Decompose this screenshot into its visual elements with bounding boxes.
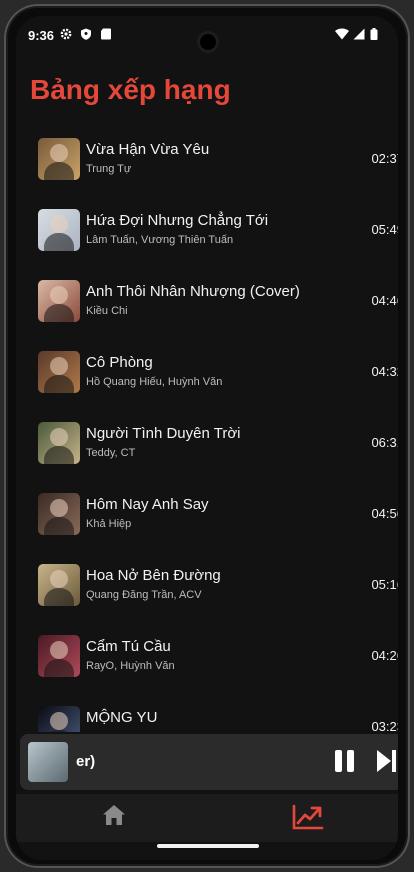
song-title: Hứa Đợi Nhưng Chẳng Tới xyxy=(86,212,269,229)
song-artist: RayO, Huỳnh Văn xyxy=(86,660,175,672)
song-row[interactable]: Anh Thôi Nhân Nhượng (Cover) Kiều Chi 04:4… xyxy=(16,277,398,335)
skip-next-icon[interactable] xyxy=(376,749,398,773)
app-screen: 9:36 Bảng xếp hạng Vừa Hận Vừa Yêu Trung… xyxy=(16,16,398,860)
pause-icon[interactable] xyxy=(334,749,356,773)
wifi-icon xyxy=(335,28,349,40)
song-list[interactable]: Vừa Hận Vừa Yêu Trung Tự 02:37 Hứa Đợi Nhưn… xyxy=(16,120,398,732)
song-artist: Quang Đăng Trần, ACV xyxy=(86,589,202,601)
settings-icon xyxy=(60,28,72,40)
song-artist: Lâm Tuấn, Vương Thiên Tuấn xyxy=(86,234,234,246)
song-title: Vừa Hận Vừa Yêu xyxy=(86,141,210,158)
home-icon[interactable] xyxy=(102,804,126,826)
album-art xyxy=(38,138,80,180)
song-row[interactable]: Hôm Nay Anh Say Khả Hiệp 04:56 xyxy=(16,490,398,548)
song-artist: Teddy, CT xyxy=(86,447,136,459)
song-row[interactable]: Cô Phòng Hồ Quang Hiếu, Huỳnh Văn 04:32 xyxy=(16,348,398,406)
song-artist: Kiều Chi xyxy=(86,305,128,317)
gesture-home-indicator[interactable] xyxy=(157,844,259,848)
song-row[interactable]: Hứa Đợi Nhưng Chẳng Tới Lâm Tuấn, Vương T… xyxy=(16,206,398,264)
song-row[interactable]: Hoa Nở Bên Đường Quang Đăng Trần, ACV 05:1… xyxy=(16,561,398,619)
mini-player[interactable]: er) xyxy=(20,734,398,790)
album-art xyxy=(38,706,80,732)
album-art xyxy=(38,493,80,535)
mini-player-album-art xyxy=(28,742,68,782)
song-title: Anh Thôi Nhân Nhượng (Cover) xyxy=(86,283,300,300)
song-artist: Hồ Quang Hiếu, Huỳnh Văn xyxy=(86,376,223,388)
sd-card-icon xyxy=(101,28,111,40)
song-title: MỘNG YU xyxy=(86,709,158,726)
song-duration: 02:37 xyxy=(371,151,398,166)
song-duration: 04:46 xyxy=(371,293,398,308)
album-art xyxy=(38,422,80,464)
phone-frame: 9:36 Bảng xếp hạng Vừa Hận Vừa Yêu Trung… xyxy=(4,4,410,868)
album-art xyxy=(38,564,80,606)
song-artist: Trung Tự xyxy=(86,163,132,175)
album-art xyxy=(38,635,80,677)
cellular-signal-icon xyxy=(353,28,365,40)
song-duration: 05:16 xyxy=(371,577,398,592)
battery-icon xyxy=(370,28,378,40)
album-art xyxy=(38,351,80,393)
song-artist: Khả Hiệp xyxy=(86,518,132,530)
song-title: Hoa Nở Bên Đường xyxy=(86,567,221,584)
song-title: Cẩm Tú Cầu xyxy=(86,638,171,655)
trending-up-icon[interactable] xyxy=(292,804,324,830)
song-duration: 04:26 xyxy=(371,648,398,663)
mini-player-title: er) xyxy=(76,753,96,770)
front-camera xyxy=(200,34,216,50)
album-art xyxy=(38,209,80,251)
shield-icon xyxy=(81,28,91,40)
song-title: Cô Phòng xyxy=(86,354,153,371)
page-title: Bảng xếp hạng xyxy=(30,74,231,105)
song-duration: 04:56 xyxy=(371,506,398,521)
song-row[interactable]: Người Tình Duyên Trời Teddy, CT 06:31 xyxy=(16,419,398,477)
song-title: Người Tình Duyên Trời xyxy=(86,425,241,442)
song-duration: 04:32 xyxy=(371,364,398,379)
bottom-nav xyxy=(16,794,398,842)
song-row[interactable]: Cẩm Tú Cầu RayO, Huỳnh Văn 04:26 xyxy=(16,632,398,690)
song-duration: 05:49 xyxy=(371,222,398,237)
song-artist: AMEE, MCK xyxy=(86,731,148,732)
album-art xyxy=(38,280,80,322)
song-row[interactable]: Vừa Hận Vừa Yêu Trung Tự 02:37 xyxy=(16,135,398,193)
song-duration: 06:31 xyxy=(371,435,398,450)
song-title: Hôm Nay Anh Say xyxy=(86,496,209,513)
song-duration: 03:23 xyxy=(371,719,398,732)
song-row[interactable]: MỘNG YU AMEE, MCK 03:23 xyxy=(16,703,398,732)
status-time: 9:36 xyxy=(28,28,55,43)
